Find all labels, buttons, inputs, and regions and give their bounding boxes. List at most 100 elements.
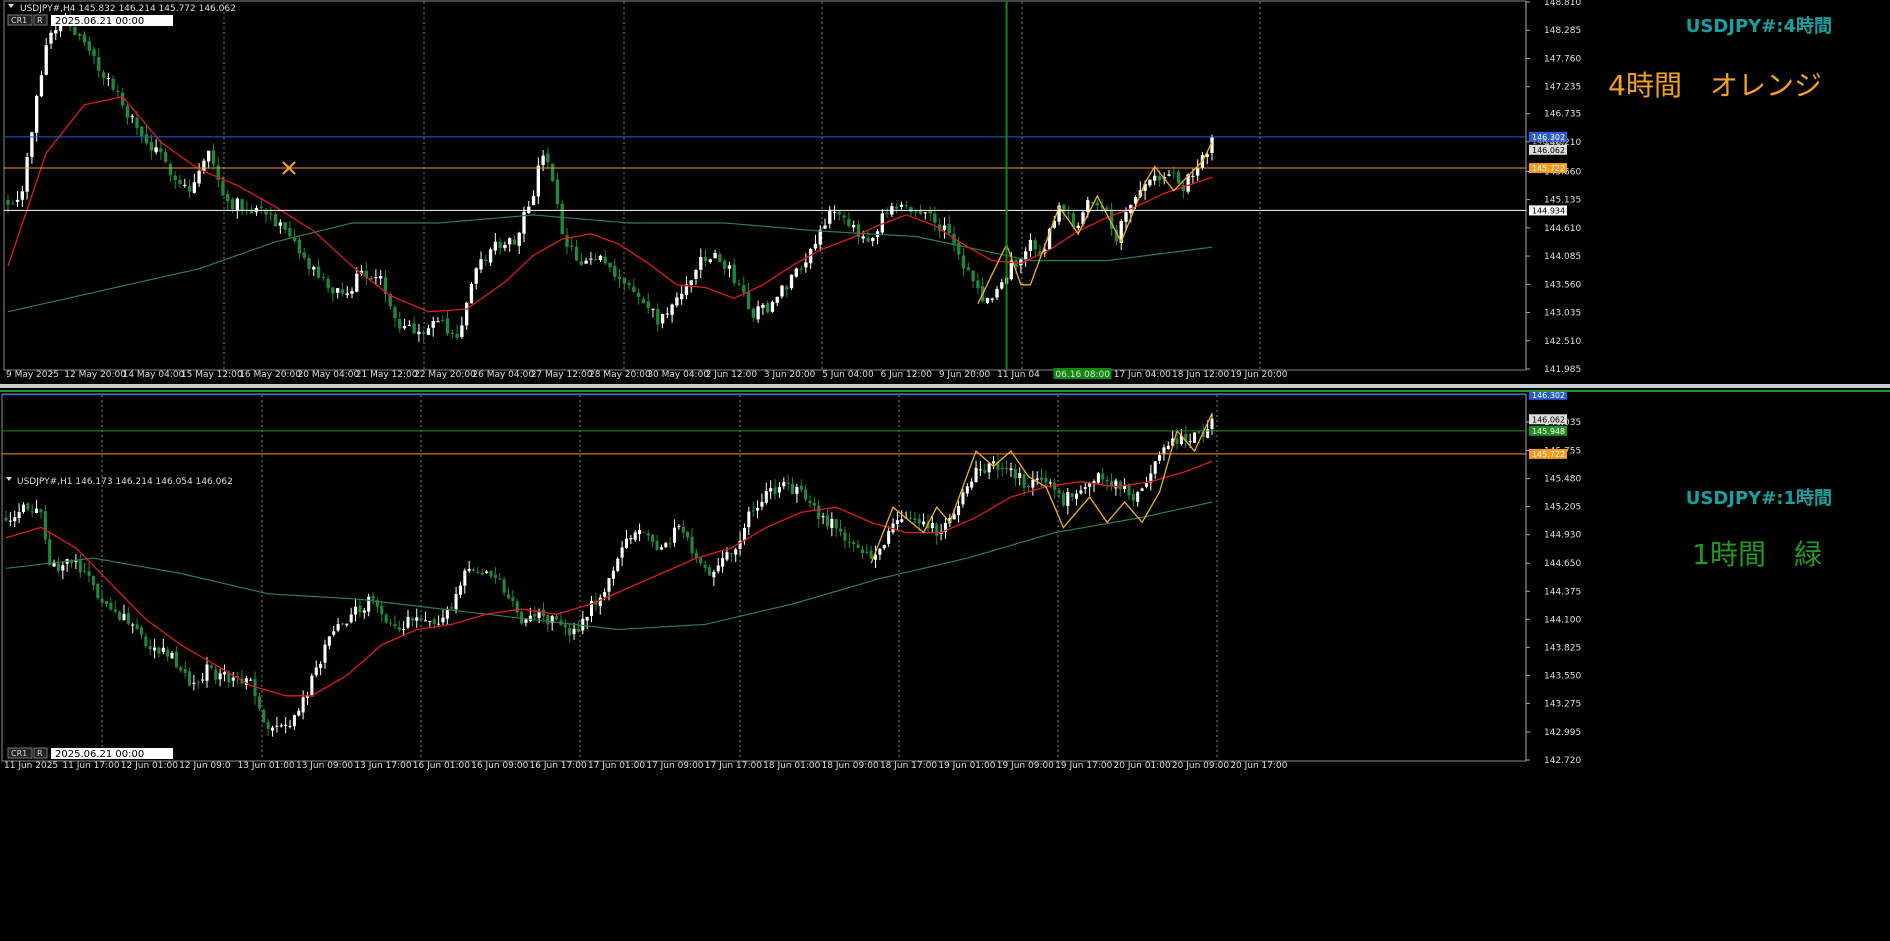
candle-body xyxy=(174,651,178,668)
candle-body xyxy=(1166,445,1170,449)
candle-body xyxy=(1022,474,1026,488)
candle-body xyxy=(273,213,278,227)
candle-body xyxy=(455,334,459,338)
candle-body xyxy=(1176,171,1181,184)
candle-body xyxy=(737,283,741,285)
time-tick-label: 21 May 12:00 xyxy=(356,370,418,380)
candle-body xyxy=(100,598,104,603)
mode-badge-label: R xyxy=(37,749,43,758)
candle-body xyxy=(713,252,717,259)
candle-body xyxy=(30,132,34,158)
candle-body xyxy=(56,563,60,571)
candle-body xyxy=(613,265,617,277)
candle-body xyxy=(1033,240,1037,250)
candle-body xyxy=(472,569,476,571)
candle-body xyxy=(20,191,24,200)
candle-body xyxy=(928,210,932,214)
candle-body xyxy=(677,526,681,528)
candle-body xyxy=(410,618,414,621)
time-tick-label: 13 Jun 09:00 xyxy=(296,761,353,771)
candle-body xyxy=(673,527,677,543)
candle-body xyxy=(159,148,163,153)
candle-body xyxy=(908,517,913,519)
time-tick-label: 16 Jun 01:00 xyxy=(413,761,470,771)
candle-body xyxy=(1131,494,1135,501)
candle-body xyxy=(646,533,650,536)
candle-body xyxy=(570,245,574,247)
candle-body xyxy=(670,304,674,315)
candle-body xyxy=(384,614,388,623)
candle-body xyxy=(196,681,200,683)
candle-body xyxy=(732,264,736,284)
candle-body xyxy=(923,212,927,214)
candle-body xyxy=(825,515,830,527)
candle-body xyxy=(135,624,139,629)
candle-body xyxy=(770,301,775,312)
candle-body xyxy=(30,511,34,513)
current-price-label: 146.062 xyxy=(1532,146,1565,155)
candle-body xyxy=(249,679,253,681)
candle-body xyxy=(804,262,808,268)
candle-body xyxy=(310,675,314,697)
candle-body xyxy=(87,571,91,576)
candle-body xyxy=(536,165,540,197)
candle-body xyxy=(656,309,660,325)
candle-body xyxy=(1105,207,1109,210)
candle-body xyxy=(1167,174,1171,176)
candle-body xyxy=(729,553,733,555)
candle-body xyxy=(44,45,48,75)
candle-body xyxy=(598,597,602,606)
candle-body xyxy=(885,213,889,215)
candle-body xyxy=(488,249,493,263)
candle-body xyxy=(790,483,795,494)
candle-body xyxy=(441,617,445,623)
time-tick-label: 16 Jun 17:00 xyxy=(530,761,587,771)
candle-body xyxy=(721,558,725,567)
candle-body xyxy=(218,673,222,680)
candle-body xyxy=(1196,167,1200,176)
time-tick-label: 20 Jun 17:00 xyxy=(1230,761,1287,771)
candle-body xyxy=(48,539,52,566)
candle-body xyxy=(161,647,165,652)
candle-body xyxy=(109,602,113,610)
candle-body xyxy=(340,289,345,294)
candle-body xyxy=(524,619,528,623)
candle-body xyxy=(769,488,773,492)
time-tick-label: 15 May 12:00 xyxy=(181,370,243,380)
candle-body xyxy=(388,622,393,624)
candle-body xyxy=(839,528,843,532)
candle-body xyxy=(866,237,870,242)
date-input-value: 2025.06.21 00:00 xyxy=(55,749,144,760)
candle-body xyxy=(756,306,760,320)
candle-body xyxy=(1191,175,1195,177)
price-tick-label: 142.510 xyxy=(1544,337,1581,347)
candle-body xyxy=(985,297,990,303)
candle-body xyxy=(546,614,550,625)
price-tick-label: 143.275 xyxy=(1544,699,1581,709)
candle-body xyxy=(192,182,196,193)
candle-body xyxy=(340,623,344,625)
candle-body xyxy=(230,199,235,210)
candle-body xyxy=(1076,225,1080,228)
candle-body xyxy=(708,259,712,263)
time-tick-label: 11 Jun 2025 xyxy=(4,761,58,771)
candle-body xyxy=(703,257,708,262)
candle-body xyxy=(576,628,580,632)
candle-body xyxy=(17,512,21,518)
candle-body xyxy=(871,238,875,242)
candle-body xyxy=(91,575,95,586)
candle-body xyxy=(718,254,722,262)
candle-body xyxy=(723,260,727,269)
candle-body xyxy=(407,324,411,326)
candle-body xyxy=(371,596,375,600)
candle-body xyxy=(319,663,323,668)
candle-body xyxy=(78,559,82,573)
candle-body xyxy=(1070,493,1074,498)
time-tick-label: 2 Jun 12:00 xyxy=(706,370,758,380)
candle-body xyxy=(355,273,359,292)
candle-body xyxy=(987,463,991,473)
candle-body xyxy=(187,671,192,686)
time-tick-label: 20 Jun 01:00 xyxy=(1114,761,1171,771)
candle-body xyxy=(126,613,130,624)
candle-body xyxy=(417,331,421,335)
